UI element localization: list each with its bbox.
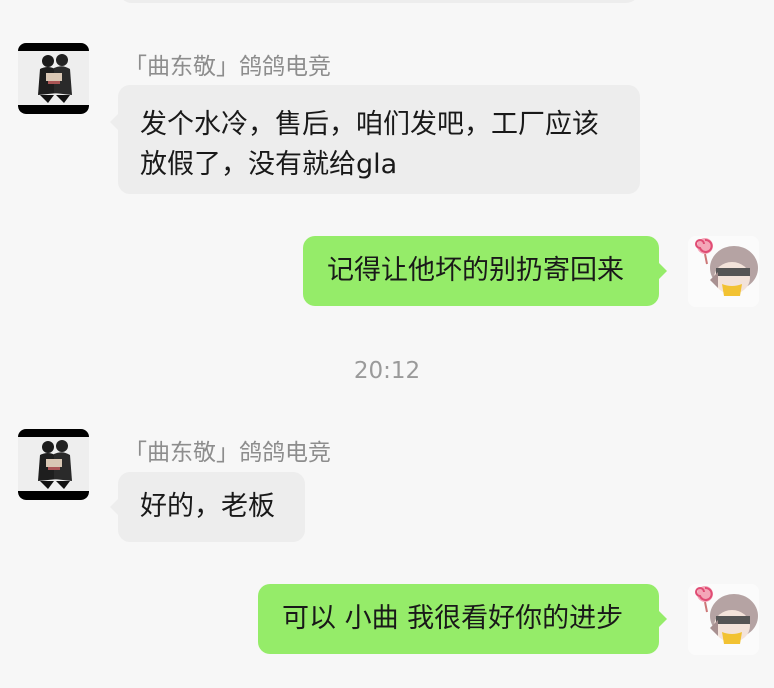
message-text-line: 放假了，没有就给gla — [140, 149, 398, 180]
anime-girl-icon — [688, 584, 759, 655]
bubble-tail — [659, 611, 667, 627]
message-bubble-outgoing[interactable]: 可以 小曲 我很看好你的进步 — [258, 584, 659, 654]
previous-message-bubble[interactable] — [118, 0, 640, 3]
message-text-line: 发个水冷，售后，咱们发吧，工厂应该 — [140, 109, 599, 140]
message-text-line: 记得让他坏的别扔寄回来 — [327, 255, 624, 286]
anime-figures-icon — [18, 437, 89, 491]
avatar-border-top — [18, 43, 89, 51]
message-bubble-outgoing[interactable]: 记得让他坏的别扔寄回来 — [303, 236, 659, 306]
timestamp: 20:12 — [353, 358, 421, 384]
anime-girl-icon — [688, 236, 759, 307]
avatar-image — [18, 437, 89, 491]
self-avatar[interactable] — [688, 236, 759, 307]
message-text-line: 好的，老板 — [140, 491, 275, 522]
anime-figures-icon — [18, 51, 89, 105]
avatar-border-bottom — [18, 105, 89, 114]
sender-name: 「曲东敬」鸽鸽电竞 — [124, 54, 331, 80]
message-bubble-incoming[interactable]: 好的，老板 — [118, 472, 305, 542]
contact-avatar[interactable] — [18, 429, 89, 500]
bubble-tail — [659, 263, 667, 279]
avatar-border-bottom — [18, 491, 89, 500]
avatar-border-top — [18, 429, 89, 437]
message-bubble-incoming[interactable]: 发个水冷，售后，咱们发吧，工厂应该 放假了，没有就给gla — [118, 85, 640, 194]
sender-name: 「曲东敬」鸽鸽电竞 — [124, 440, 331, 466]
self-avatar[interactable] — [688, 584, 759, 655]
bubble-tail — [110, 499, 118, 515]
message-text-line: 可以 小曲 我很看好你的进步 — [282, 603, 624, 634]
avatar-image — [18, 51, 89, 105]
contact-avatar[interactable] — [18, 43, 89, 114]
bubble-tail — [110, 114, 118, 130]
